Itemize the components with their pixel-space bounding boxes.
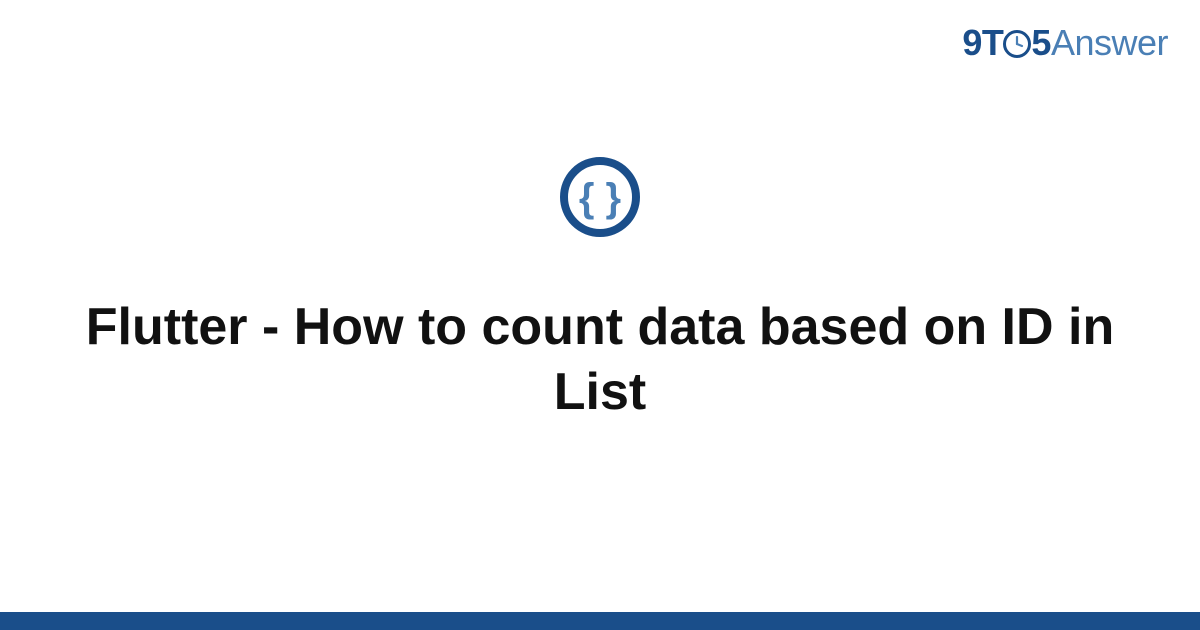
clock-icon [1002, 26, 1032, 56]
logo-text-answer: Answer [1051, 22, 1168, 63]
page-title: Flutter - How to count data based on ID … [0, 295, 1200, 425]
logo-text-9t: 9T [962, 22, 1003, 63]
code-braces-icon: { } [558, 155, 642, 239]
footer-bar [0, 612, 1200, 630]
logo-text-5: 5 [1031, 22, 1051, 63]
svg-text:{ }: { } [579, 176, 621, 220]
site-logo: 9T 5Answer [962, 22, 1168, 64]
